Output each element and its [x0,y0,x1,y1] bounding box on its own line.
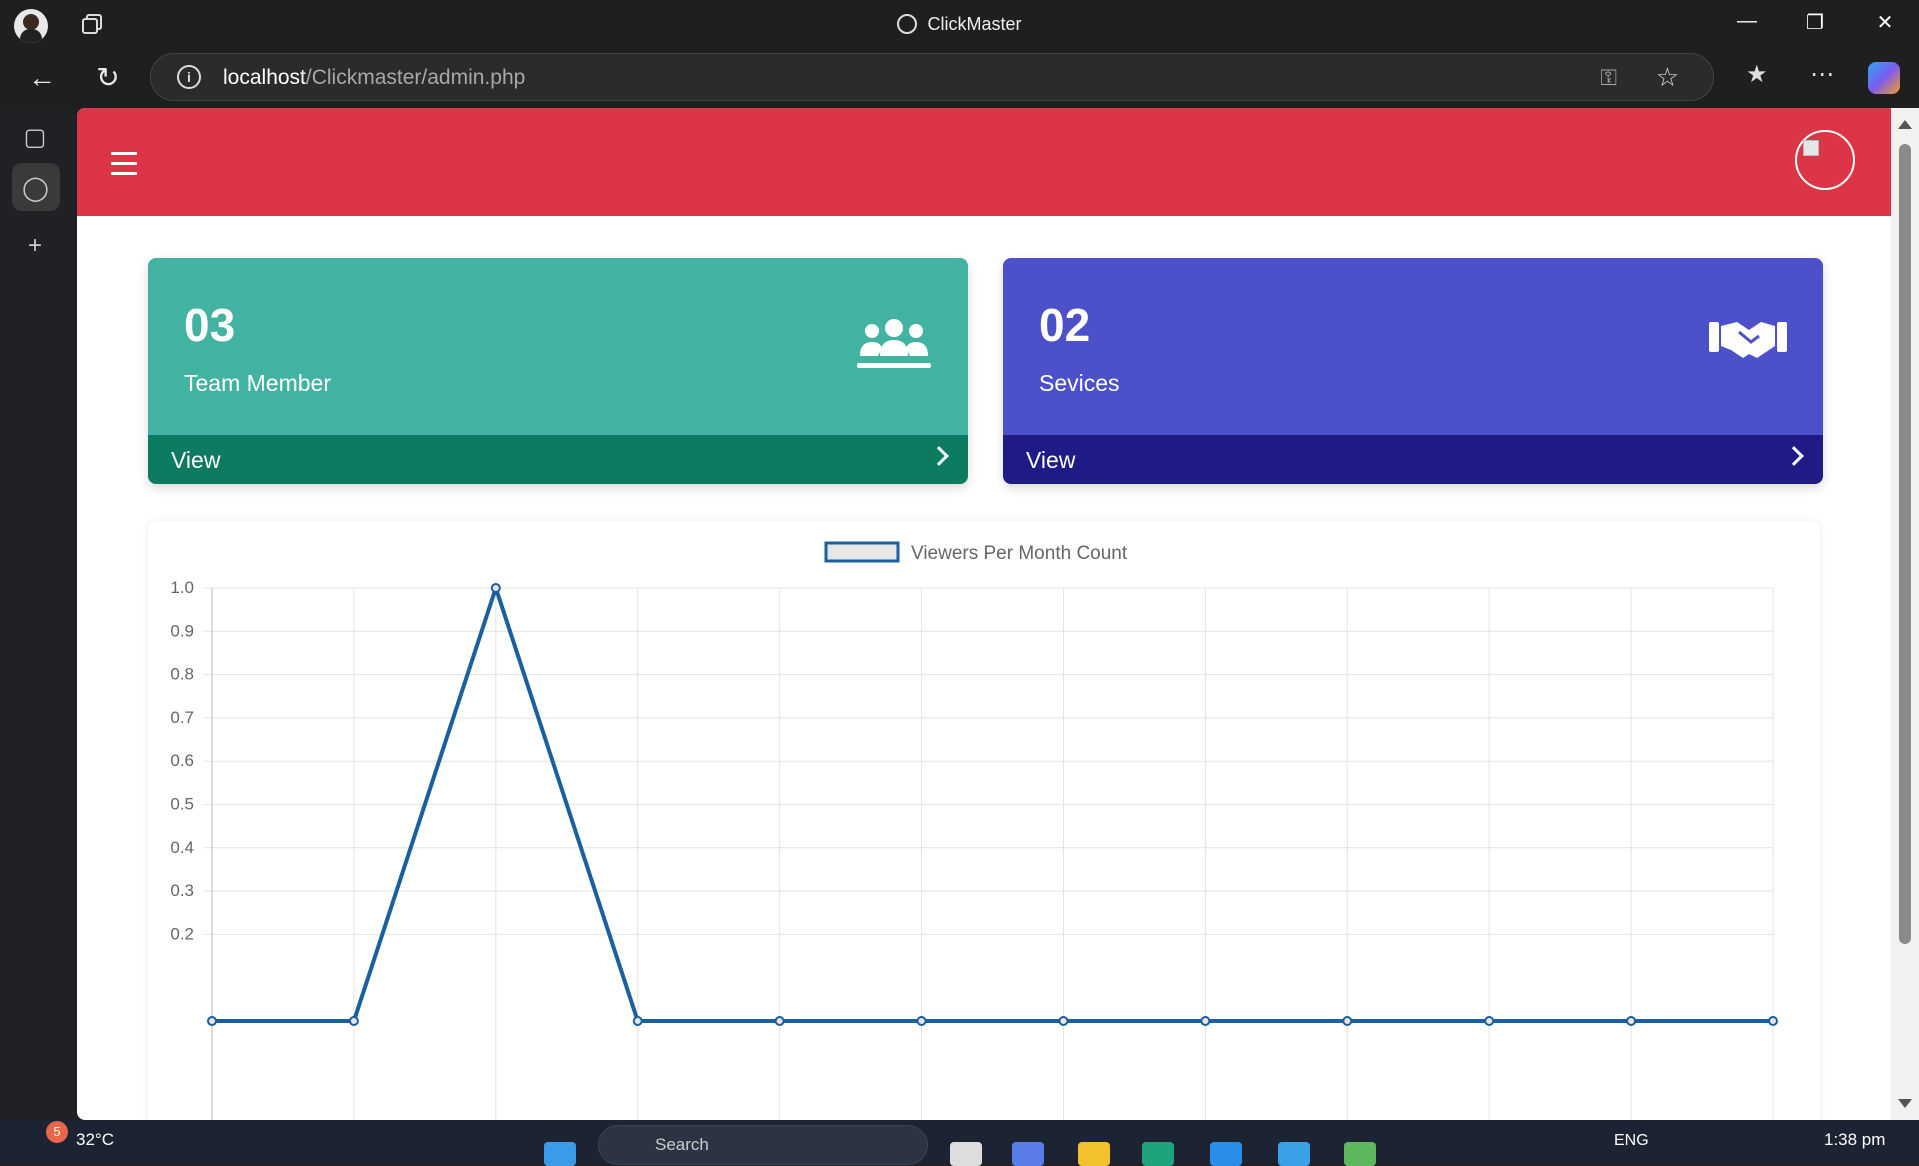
data-point [490,583,501,593]
data-point [1058,1016,1069,1026]
back-arrow-icon[interactable]: ← [24,60,60,96]
y-tick-label: 0.8 [170,665,194,684]
view-label: View [171,447,221,473]
window-title: ClickMaster [0,14,1919,35]
minimize-button[interactable]: — [1732,10,1762,38]
copilot-icon[interactable] [1868,62,1900,94]
scrollbar-thumb[interactable] [1899,144,1911,944]
page-viewport: 03 Team Member View 02 Sevices View 1.0 … [77,108,1891,1120]
chevron-right-icon [929,446,949,466]
clock[interactable]: 1:38 pm [1824,1130,1885,1150]
key-icon[interactable]: ⚿ [1600,65,1617,91]
copilot-taskbar-icon[interactable] [1012,1142,1044,1166]
card-label: Sevices [1039,370,1120,396]
url-host: localhost [223,66,306,89]
view-label: View [1026,447,1076,473]
start-menu-icon[interactable] [544,1142,576,1166]
url-path: /Clickmaster/admin.php [305,66,526,89]
y-tick-label: 0.6 [170,751,194,770]
browser-sidebar: ▢ ◯ + [0,108,77,1120]
file-explorer-icon[interactable] [1078,1142,1110,1166]
tab-layout-icon[interactable]: ▢ [22,123,48,151]
weather-temperature[interactable]: 32°C [76,1130,114,1150]
refresh-icon[interactable]: ↻ [90,60,126,96]
restore-button[interactable]: ❐ [1800,10,1830,38]
edge-icon[interactable] [1142,1142,1174,1166]
y-tick-label: 0.2 [170,924,194,943]
scroll-up-arrow-icon[interactable] [1898,120,1912,129]
globe-tab-icon[interactable]: ◯ [22,174,49,202]
app-icon[interactable] [950,1142,982,1166]
hamburger-menu-icon[interactable] [111,152,137,175]
windows-taskbar: 5 32°C Search ENG 1:38 pm [0,1120,1919,1166]
y-tick-label: 0.9 [170,621,194,640]
page-scrollbar[interactable] [1891,108,1919,1120]
card-count: 02 [1039,299,1091,351]
favorites-icon[interactable]: ★ [1746,60,1768,89]
card-count: 03 [184,299,236,351]
more-options-icon[interactable]: ⋯ [1810,60,1834,89]
data-point [207,1016,217,1026]
search-placeholder: Search [655,1135,709,1154]
globe-icon [897,14,918,34]
window-titlebar: ClickMaster — ❐ ✕ [0,0,1919,48]
y-tick-label: 0.4 [170,838,194,857]
card-label: Team Member [184,370,331,396]
scroll-down-arrow-icon[interactable] [1898,1099,1912,1108]
taskbar-search[interactable]: Search [598,1125,928,1165]
chevron-right-icon [1784,446,1804,466]
data-point [632,1016,643,1026]
user-avatar[interactable] [1795,130,1855,190]
y-tick-label: 1.0 [170,578,194,597]
close-button[interactable]: ✕ [1870,10,1900,38]
team-member-card: 03 Team Member View [148,258,968,484]
viewers-line-chart: 1.0 0.9 0.8 0.7 0.6 0.5 0.4 0.3 0.2 Viewers Per M… [170,541,1778,1120]
data-point [1200,1016,1211,1026]
app-icon[interactable] [1344,1142,1376,1166]
legend-label: Viewers Per Month Count [911,543,1128,564]
services-card: 02 Sevices View [1003,258,1823,484]
y-tick-label: 0.5 [170,795,194,814]
y-tick-label: 0.3 [170,881,194,900]
data-point [1342,1016,1353,1026]
card-body: 03 Team Member [148,258,968,435]
y-tick-label: 0.7 [170,708,194,727]
handshake-icon [1709,322,1787,358]
app-icon[interactable] [1278,1142,1310,1166]
weather-badge: 5 [46,1121,68,1143]
url-text[interactable]: localhost/Clickmaster/admin.php [223,66,525,90]
data-point [348,1016,359,1026]
users-icon [857,319,931,368]
data-point [774,1016,785,1026]
data-point [916,1016,927,1026]
data-point [1768,1016,1778,1026]
info-icon[interactable]: i [177,65,201,89]
new-tab-icon[interactable]: + [22,232,48,259]
address-bar[interactable]: i localhost/Clickmaster/admin.php ⚿ ☆ [150,53,1714,101]
vscode-icon[interactable] [1210,1142,1242,1166]
viewers-chart-card: 1.0 0.9 0.8 0.7 0.6 0.5 0.4 0.3 0.2 Viewers Per M… [148,521,1820,1120]
card-body: 02 Sevices [1003,258,1823,435]
data-point [1484,1016,1495,1026]
view-services-link[interactable]: View [1003,435,1823,484]
favorite-star-icon[interactable]: ☆ [1656,62,1679,93]
legend-swatch [824,541,900,563]
admin-header [77,108,1891,216]
window-title-text: ClickMaster [927,14,1022,34]
data-point [1626,1016,1637,1026]
language-indicator[interactable]: ENG [1614,1132,1649,1150]
view-team-members-link[interactable]: View [148,435,968,484]
